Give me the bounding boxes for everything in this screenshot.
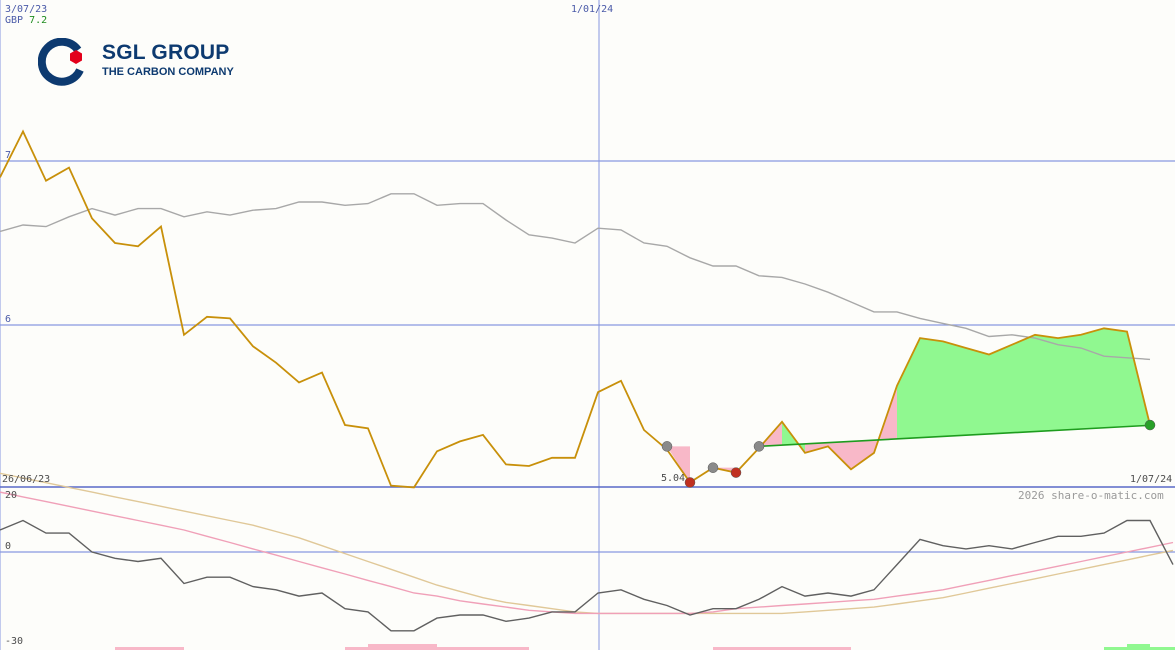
red-marker-1 <box>684 477 696 488</box>
price-header: GBP 7.2 <box>5 15 47 26</box>
grey-marker-2 <box>707 462 719 473</box>
y-tick-6: 6 <box>5 314 12 325</box>
momentum-tick-0: 0 <box>5 541 12 552</box>
last-price-label: 7.2 <box>29 15 48 26</box>
copyright-label: 2026 share-o-matic.com <box>1018 489 1164 502</box>
mid-date-label: 1/01/24 <box>571 4 614 15</box>
momentum-tick-minus30: -30 <box>5 636 24 647</box>
green-marker-5 <box>1144 419 1156 431</box>
logo-tagline: THE CARBON COMPANY <box>102 66 234 78</box>
logo-brand: SGL GROUP <box>102 41 230 64</box>
start-date-label: 3/07/23 <box>5 4 48 15</box>
sgl-group-logo: SGL GROUP THE CARBON COMPANY <box>38 38 238 88</box>
red-marker-3 <box>730 467 742 478</box>
momentum-tick-20: 20 <box>5 490 18 501</box>
grey-marker-4 <box>753 441 765 452</box>
chart-stage: 3/07/23 GBP 7.2 1/01/24 7 6 26/06/23 1/0… <box>0 0 1175 650</box>
momentum-bar-6 <box>1127 644 1150 650</box>
chart-canvas <box>0 0 1175 650</box>
lower-start-date-label: 26/06/23 <box>2 474 51 485</box>
y-tick-7: 7 <box>5 150 12 161</box>
sgl-emblem-icon <box>38 38 84 86</box>
low-value-label: 5.04 <box>661 473 686 484</box>
grey-marker-0 <box>661 441 673 452</box>
end-date-label: 1/07/24 <box>1130 474 1173 485</box>
gain-area-3 <box>897 328 1150 439</box>
currency-label: GBP <box>5 15 24 26</box>
momentum-bar-2 <box>368 644 437 650</box>
